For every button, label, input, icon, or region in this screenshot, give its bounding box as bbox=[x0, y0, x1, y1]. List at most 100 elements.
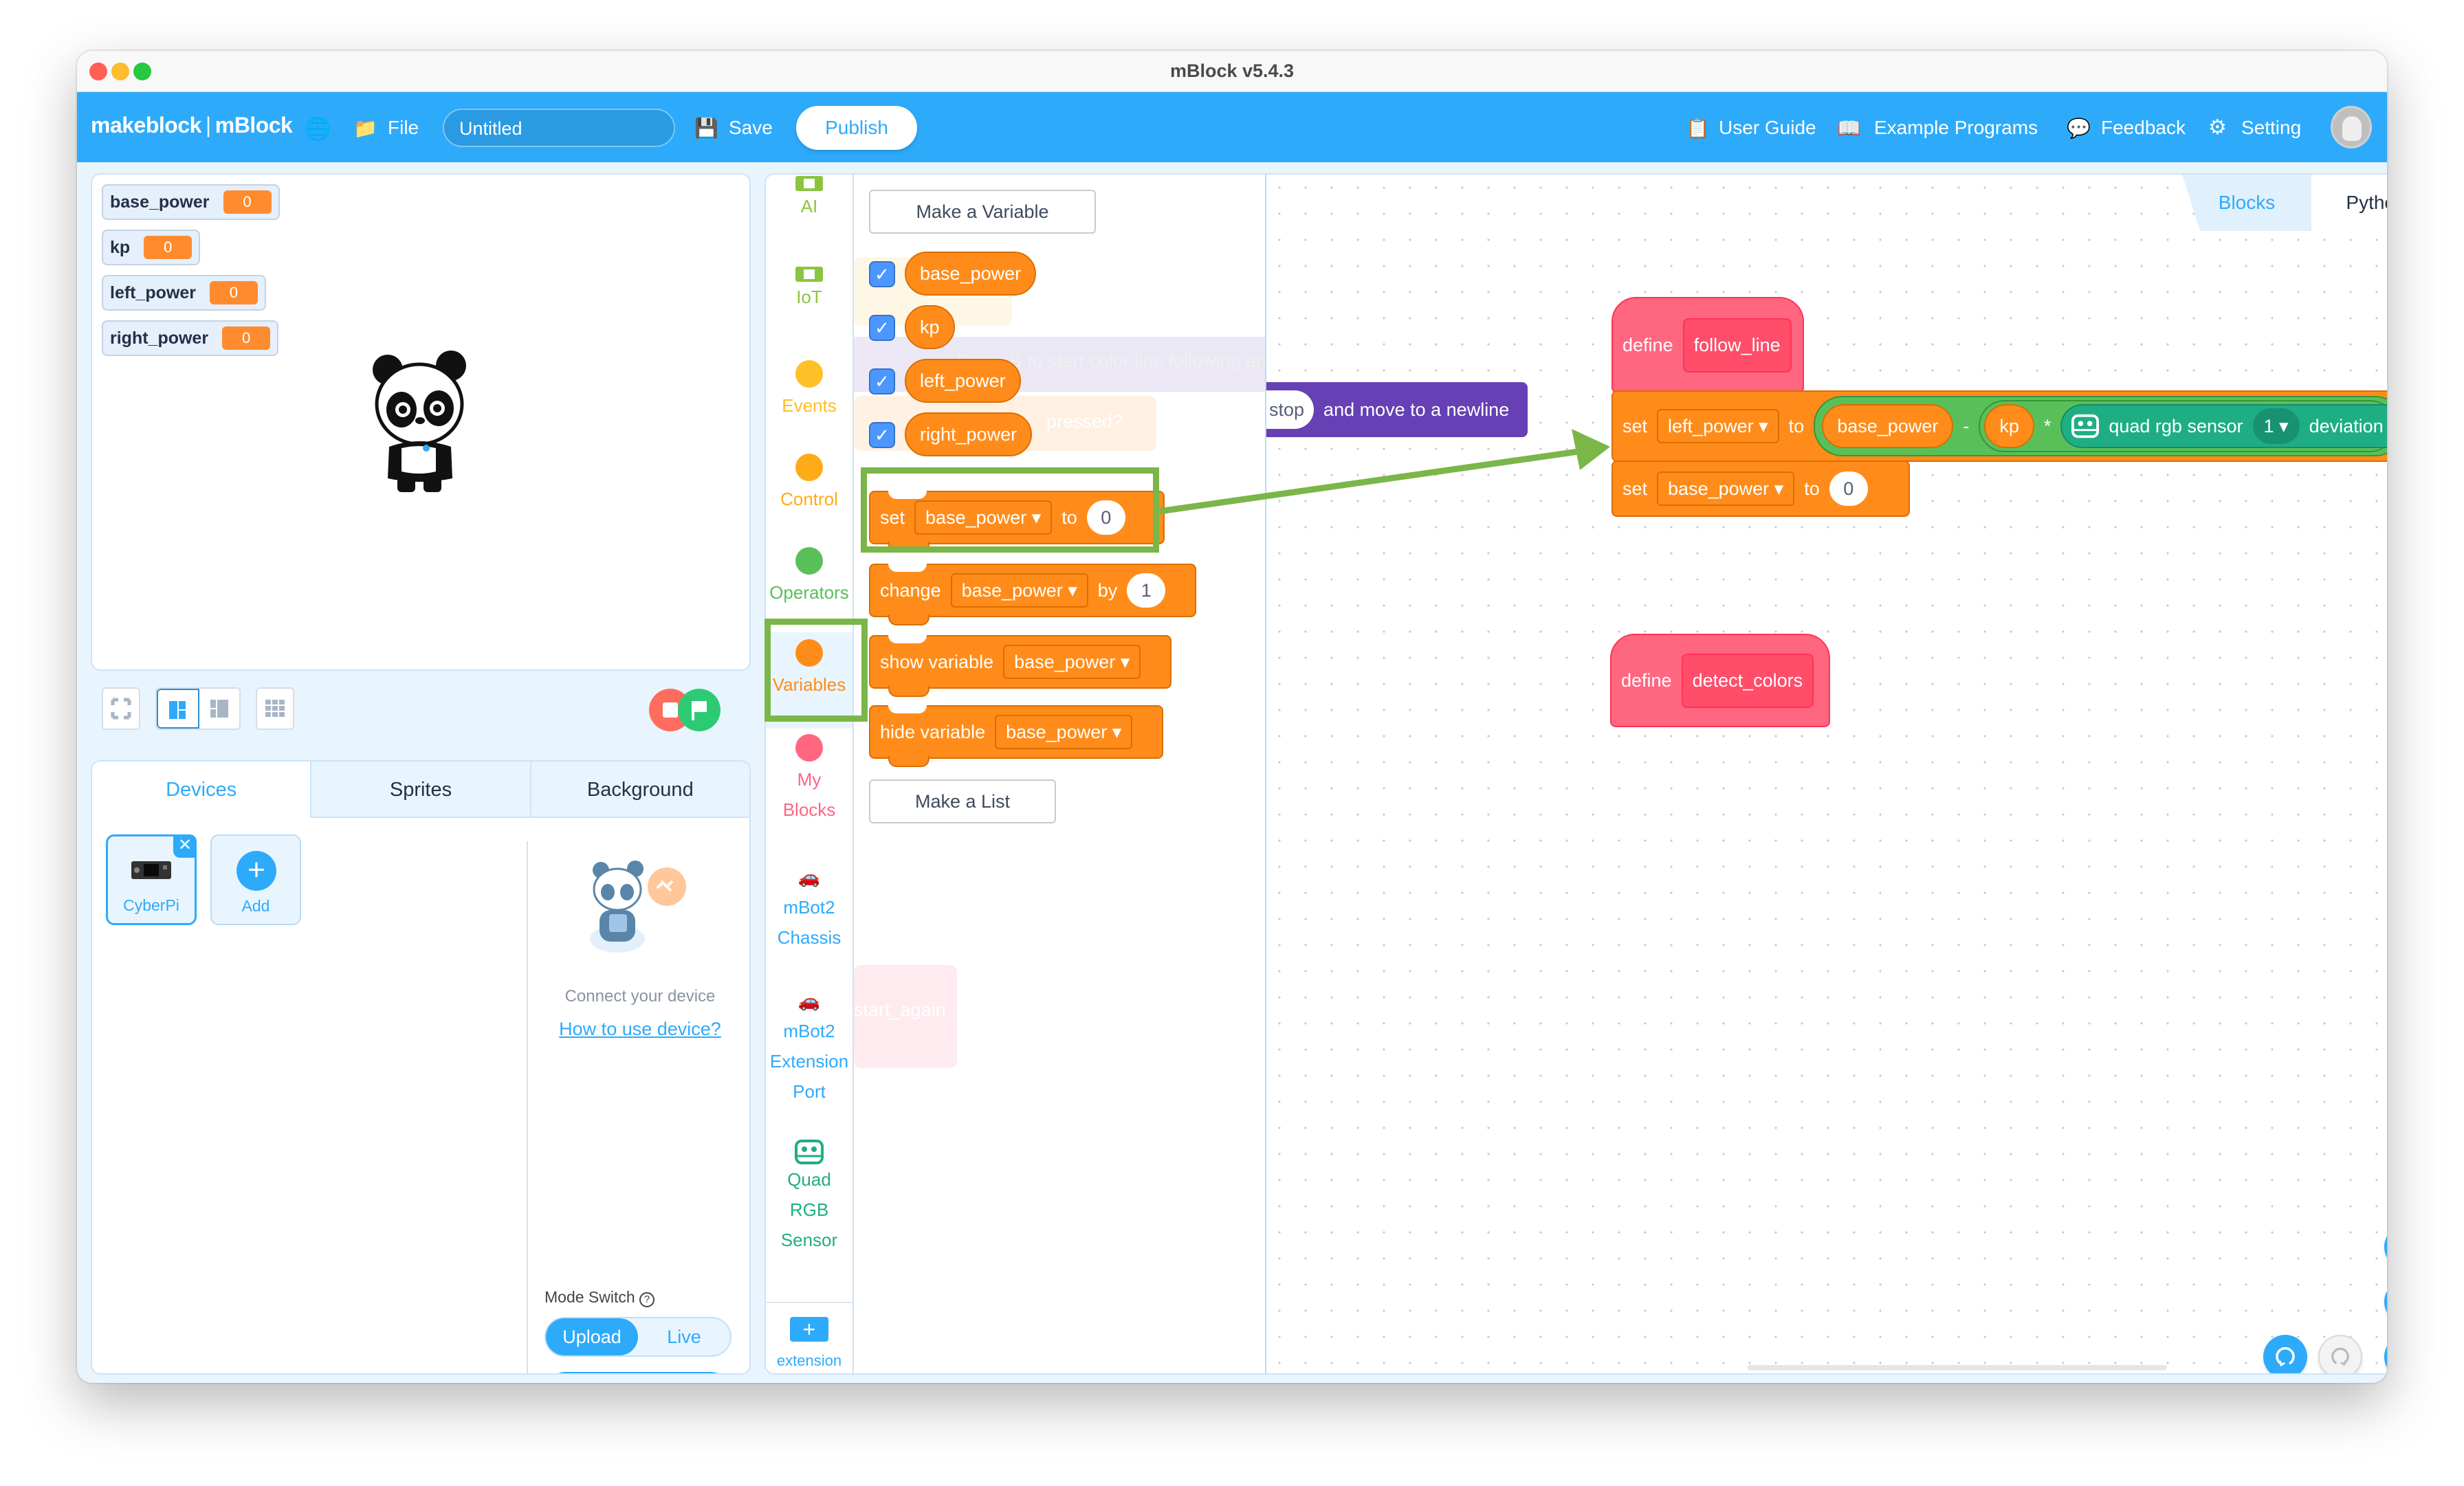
green-flag-button[interactable] bbox=[678, 689, 720, 731]
small-stage-button[interactable] bbox=[157, 689, 199, 729]
make-list-button[interactable]: Make a List bbox=[869, 779, 1056, 823]
category-mbot2-chassis[interactable]: 🚗 mBot2 Chassis bbox=[766, 862, 852, 953]
redo-button[interactable] bbox=[2318, 1335, 2362, 1373]
mode-upload[interactable]: Upload bbox=[546, 1318, 638, 1355]
device-tabs: Devices Sprites Background bbox=[92, 762, 749, 818]
variable-reporter[interactable]: right_power bbox=[905, 412, 1033, 456]
variable-checkbox[interactable]: ✓ bbox=[869, 422, 895, 448]
remove-device-icon[interactable]: ✕ bbox=[173, 834, 197, 858]
file-menu[interactable]: File bbox=[388, 117, 419, 139]
setting-menu[interactable]: Setting bbox=[2241, 117, 2301, 139]
variable-checkbox[interactable]: ✓ bbox=[869, 368, 895, 395]
example-programs-link[interactable]: Example Programs bbox=[1874, 117, 2038, 139]
variable-monitor[interactable]: kp 0 bbox=[102, 230, 201, 265]
set-base-power-block[interactable]: set base_power ▾ to 0 bbox=[1612, 461, 1910, 517]
define-detect-colors-block[interactable]: define detect_colors bbox=[1610, 634, 1830, 727]
mbot2-icon: 🚗 bbox=[798, 867, 821, 887]
category-control[interactable]: Control bbox=[766, 454, 852, 514]
variable-checkbox[interactable]: ✓ bbox=[869, 261, 895, 287]
reset-zoom-button[interactable] bbox=[2384, 1335, 2387, 1375]
publish-button[interactable]: Publish bbox=[796, 106, 917, 150]
device-card-cyberpi[interactable]: ✕ CyberPi bbox=[106, 834, 197, 925]
hide-variable-block[interactable]: hide variable base_power ▾ bbox=[869, 705, 1163, 767]
category-my-blocks[interactable]: My Blocks bbox=[766, 734, 852, 825]
add-extension-icon: + bbox=[790, 1317, 828, 1342]
sensor-port-dropdown[interactable]: 1 ▾ bbox=[2252, 408, 2300, 444]
variable-checkbox[interactable]: ✓ bbox=[869, 315, 895, 341]
add-device-button[interactable]: + Add bbox=[210, 834, 301, 925]
save-button[interactable]: Save bbox=[729, 117, 773, 139]
connect-button[interactable]: 🔗 Connect bbox=[544, 1372, 732, 1373]
quad-rgb-deviation-reporter[interactable]: quad rgb sensor 1 ▾ deviation bbox=[2060, 404, 2387, 448]
script-workspace[interactable]: Blocks Python stop and move to a newline… bbox=[1266, 173, 2387, 1375]
procedure-name: follow_line bbox=[1682, 318, 1792, 373]
monitor-name: right_power bbox=[110, 328, 209, 348]
connect-area: Connect your device How to use device? M… bbox=[528, 818, 749, 1373]
editor-mode-tabs: Blocks Python bbox=[2182, 175, 2387, 231]
subtract-operator[interactable]: base_power - kp * quad rgb sensor 1 ▾ de… bbox=[1814, 396, 2387, 456]
variable-reporter[interactable]: base_power bbox=[905, 252, 1037, 296]
large-stage-button[interactable] bbox=[199, 689, 239, 729]
undo-icon bbox=[2276, 1346, 2295, 1367]
zoom-in-button[interactable] bbox=[2384, 1225, 2387, 1269]
category-events[interactable]: Events bbox=[766, 360, 852, 421]
variable-dropdown[interactable]: base_power ▾ bbox=[1003, 645, 1141, 679]
variable-dropdown[interactable]: base_power ▾ bbox=[1657, 472, 1795, 506]
cyberpi-icon bbox=[795, 176, 823, 191]
tab-sprites[interactable]: Sprites bbox=[310, 762, 530, 818]
make-variable-button[interactable]: Make a Variable bbox=[869, 190, 1096, 234]
monitor-name: kp bbox=[110, 237, 131, 257]
brand-mblock: mBlock bbox=[214, 113, 293, 137]
horizontal-scrollbar[interactable] bbox=[1748, 1365, 2167, 1371]
category-ai[interactable]: AI bbox=[766, 176, 852, 221]
brand-logo: makeblock | mBlock bbox=[91, 113, 293, 137]
category-iot[interactable]: IoT bbox=[766, 267, 852, 312]
change-variable-block[interactable]: change base_power ▾ by 1 bbox=[869, 564, 1196, 625]
define-follow-line-block[interactable]: define follow_line bbox=[1612, 297, 1804, 393]
category-operators[interactable]: Operators bbox=[766, 547, 852, 608]
variable-dropdown[interactable]: base_power ▾ bbox=[950, 573, 1088, 608]
tab-blocks[interactable]: Blocks bbox=[2182, 175, 2311, 231]
extension-button[interactable]: + extension bbox=[766, 1317, 852, 1376]
equals-icon bbox=[2384, 1335, 2387, 1375]
stage[interactable]: base_power 0 kp 0 left_power 0 right_pow… bbox=[91, 173, 751, 671]
how-to-use-device-link[interactable]: How to use device? bbox=[528, 1019, 749, 1040]
variable-reporter[interactable]: kp bbox=[1984, 404, 2034, 448]
tab-background[interactable]: Background bbox=[529, 762, 749, 818]
value-input[interactable]: 1 bbox=[1127, 573, 1166, 608]
category-mbot2-extension-port[interactable]: 🚗 mBot2 Extension Port bbox=[766, 986, 852, 1107]
value-input[interactable]: 0 bbox=[1829, 472, 1868, 506]
block-palette: Press B to start color line following an… bbox=[854, 173, 1266, 1375]
variable-monitor[interactable]: right_power 0 bbox=[102, 320, 279, 356]
set-left-power-block[interactable]: set left_power ▾ to base_power - kp * qu… bbox=[1612, 390, 2387, 462]
variable-monitor[interactable]: base_power 0 bbox=[102, 184, 280, 220]
variable-reporter[interactable]: base_power bbox=[1822, 404, 1954, 448]
undo-button[interactable] bbox=[2263, 1335, 2307, 1373]
book-icon: 📖 bbox=[1837, 118, 1861, 139]
print-line-block[interactable]: stop and move to a newline bbox=[1266, 382, 1528, 437]
show-variable-block[interactable]: show variable base_power ▾ bbox=[869, 635, 1172, 697]
fullscreen-button[interactable] bbox=[102, 687, 140, 730]
user-avatar[interactable] bbox=[2331, 106, 2372, 148]
plus-icon: + bbox=[236, 851, 276, 891]
grid-view-button[interactable] bbox=[256, 687, 294, 730]
text-input[interactable]: stop bbox=[1266, 390, 1314, 429]
variable-reporter[interactable]: kp bbox=[905, 305, 955, 349]
variable-dropdown[interactable]: left_power ▾ bbox=[1657, 409, 1779, 443]
clipboard-icon: 📋 bbox=[1686, 118, 1710, 139]
variable-reporter[interactable]: left_power bbox=[905, 359, 1021, 403]
tab-python[interactable]: Python bbox=[2311, 175, 2387, 231]
globe-icon[interactable]: 🌐 bbox=[304, 115, 331, 142]
feedback-link[interactable]: Feedback bbox=[2101, 117, 2186, 139]
tab-devices[interactable]: Devices bbox=[92, 762, 311, 818]
user-guide-link[interactable]: User Guide bbox=[1719, 117, 1816, 139]
project-title-input[interactable]: Untitled bbox=[443, 109, 675, 147]
category-quad-rgb-sensor[interactable]: Quad RGB Sensor bbox=[766, 1140, 852, 1255]
variable-monitor[interactable]: left_power 0 bbox=[102, 275, 267, 311]
panda-sprite[interactable] bbox=[367, 351, 470, 495]
help-icon[interactable]: ? bbox=[639, 1292, 655, 1307]
multiply-operator[interactable]: kp * quad rgb sensor 1 ▾ deviation bbox=[1979, 400, 2387, 452]
zoom-out-button[interactable] bbox=[2384, 1280, 2387, 1324]
mode-live[interactable]: Live bbox=[638, 1318, 730, 1355]
variable-dropdown[interactable]: base_power ▾ bbox=[995, 715, 1133, 749]
